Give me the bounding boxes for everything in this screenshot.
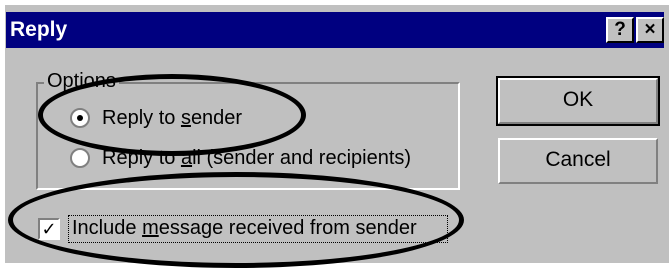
reply-to-sender-radio[interactable] [70, 108, 90, 128]
options-groupbox [36, 82, 460, 190]
cancel-button[interactable]: Cancel [498, 138, 658, 184]
include-message-checkbox[interactable]: ✓ [38, 218, 60, 240]
include-message-label[interactable]: Include message received from sender [72, 216, 417, 240]
options-group-label: Options [44, 69, 119, 93]
ok-button[interactable]: OK [496, 76, 660, 126]
close-button[interactable]: × [636, 17, 664, 43]
title-bar[interactable]: Reply ? × [6, 12, 664, 48]
dialog-title: Reply [10, 18, 68, 41]
help-button[interactable]: ? [606, 17, 634, 43]
reply-to-sender-label[interactable]: Reply to sender [102, 106, 242, 130]
reply-to-all-radio[interactable] [70, 148, 90, 168]
reply-to-all-label[interactable]: Reply to all (sender and recipients) [102, 146, 411, 170]
